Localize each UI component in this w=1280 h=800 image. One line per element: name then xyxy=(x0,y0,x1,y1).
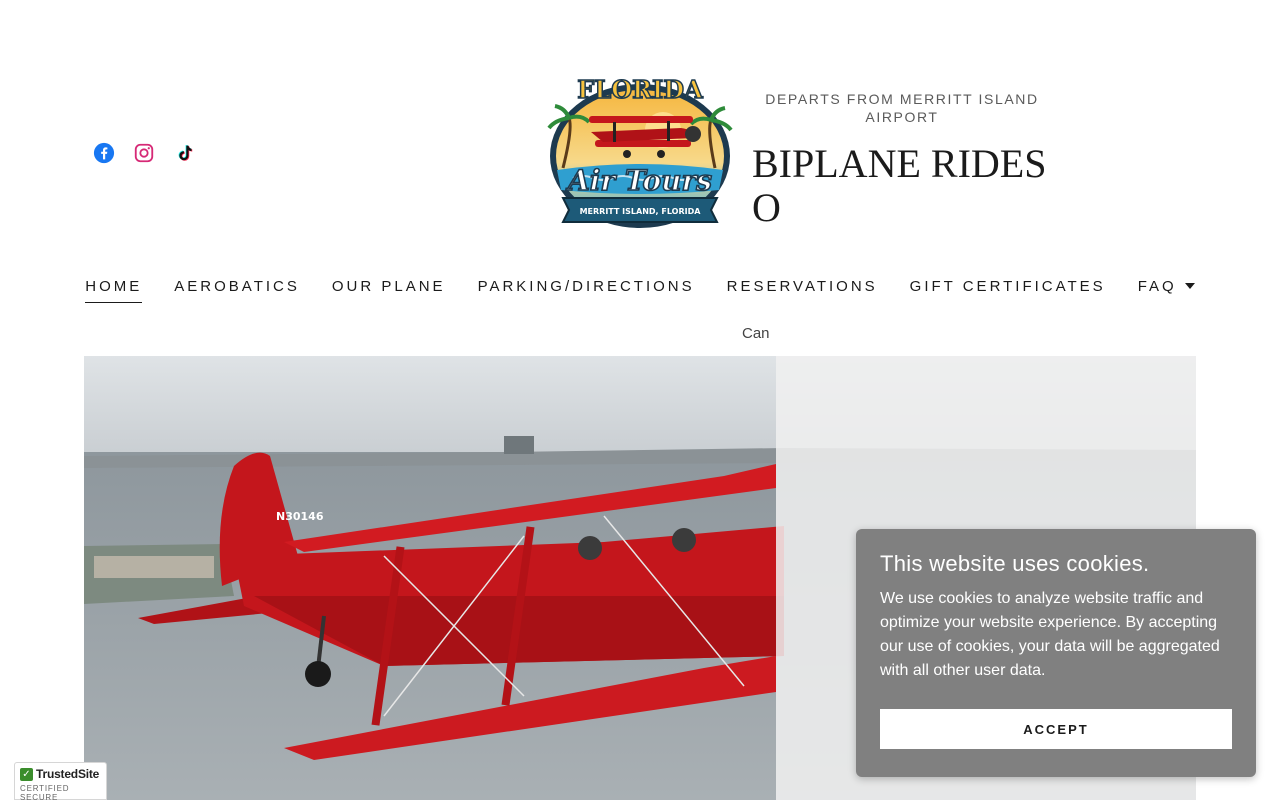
cookie-banner: This website uses cookies. We use cookie… xyxy=(856,529,1256,777)
chevron-down-icon xyxy=(1184,283,1195,289)
logo-ribbon-text: MERRITT ISLAND, FLORIDA xyxy=(580,207,702,216)
hero-title: BIPLANE RIDES O xyxy=(752,142,1092,230)
nav-faq-label: FAQ xyxy=(1137,278,1177,295)
logo-top-text: FLORIDA xyxy=(577,75,703,104)
tiktok-icon[interactable] xyxy=(173,142,195,164)
tail-number: N30146 xyxy=(276,510,324,523)
hero-eyebrow: DEPARTS FROM MERRITT ISLAND AIRPORT xyxy=(765,91,1039,125)
social-links xyxy=(93,142,195,164)
main-nav: HOME AEROBATICS OUR PLANE PARKING/DIRECT… xyxy=(0,278,1280,303)
trusted-site-badge[interactable]: ✓ TrustedSite CERTIFIED SECURE xyxy=(14,762,107,800)
nav-home[interactable]: HOME xyxy=(85,278,143,303)
facebook-icon[interactable] xyxy=(93,142,115,164)
badge-subtext: CERTIFIED SECURE xyxy=(20,784,70,800)
nav-gift-certificates[interactable]: GIFT CERTIFICATES xyxy=(910,278,1106,302)
instagram-icon[interactable] xyxy=(133,142,155,164)
logo-main-text: Air Tours xyxy=(565,164,712,197)
check-icon: ✓ xyxy=(20,767,33,781)
cookie-title: This website uses cookies. xyxy=(880,551,1150,576)
nav-faq[interactable]: FAQ xyxy=(1138,278,1195,302)
site-logo[interactable]: FLORIDA Air Tours MERRITT ISLAND, FLORID… xyxy=(543,58,737,248)
nav-parking-directions[interactable]: PARKING/DIRECTIONS xyxy=(478,278,695,302)
accept-cookies-button[interactable]: ACCEPT xyxy=(880,709,1232,749)
nav-reservations[interactable]: RESERVATIONS xyxy=(727,278,878,302)
hero-title-line1: BIPLANE RIDES xyxy=(752,141,1047,186)
nav-aerobatics[interactable]: AEROBATICS xyxy=(174,278,300,302)
nav-our-plane[interactable]: OUR PLANE xyxy=(332,278,446,302)
hero-title-line2: O xyxy=(752,185,781,230)
badge-name: TrustedSite xyxy=(36,767,100,781)
hero-subtext: Can xyxy=(742,325,770,342)
cookie-body: We use cookies to analyze website traffi… xyxy=(880,590,1220,679)
